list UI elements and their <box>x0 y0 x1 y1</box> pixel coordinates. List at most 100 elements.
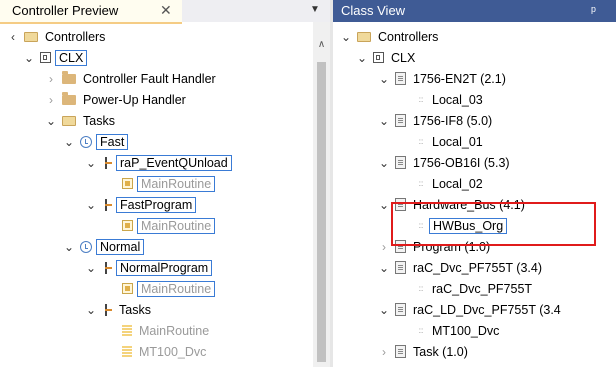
chevron-down-icon[interactable]: ⌄ <box>84 303 98 317</box>
tree-item-label: Normal <box>96 238 145 255</box>
routine-icon <box>122 283 133 294</box>
module-icon <box>395 303 406 316</box>
tree-item-label: CLX <box>391 50 416 65</box>
tree-item[interactable]: ⌄ raC_LD_Dvc_PF755T (3.4 <box>377 299 564 320</box>
tree-item[interactable]: MainRoutine <box>104 173 216 194</box>
chevron-down-icon[interactable]: ⌄ <box>355 51 369 65</box>
tree-item[interactable]: ⌄ 1756-EN2T (2.1) <box>377 68 509 89</box>
chevron-down-icon[interactable]: ‹ <box>6 30 20 44</box>
tree-item[interactable]: ⌄ Normal <box>62 236 145 257</box>
tree-item[interactable]: ⌄ FastProgram <box>84 194 197 215</box>
chevron-down-icon[interactable]: ▼ <box>310 0 320 21</box>
tab-controller-preview[interactable]: Controller Preview ✕ <box>0 0 182 24</box>
tree-item[interactable]: › Task (1.0) <box>377 341 471 362</box>
scroll-up-icon[interactable]: ∧ <box>313 39 330 50</box>
highlight-box <box>391 202 596 246</box>
tree-item[interactable]: › Controller Fault Handler <box>44 68 219 89</box>
chevron-down-icon[interactable]: ⌄ <box>84 156 98 170</box>
module-icon <box>395 114 406 127</box>
class-view-title: Class View <box>341 3 406 18</box>
tree-item[interactable]: :: Local_03 <box>399 89 486 110</box>
tree-item-label: MT100_Dvc <box>139 344 207 359</box>
tree-item-label: Tasks <box>83 113 115 128</box>
chevron-down-icon[interactable]: ⌄ <box>377 114 391 128</box>
chevron-down-icon[interactable]: ⌄ <box>44 114 58 128</box>
clock-icon <box>80 240 92 253</box>
tree-item[interactable]: :: raC_Dvc_PF755T <box>399 278 535 299</box>
tree-item[interactable]: ⌄ raC_Dvc_PF755T (3.4) <box>377 257 545 278</box>
chevron-down-icon[interactable]: ⌄ <box>62 135 76 149</box>
tree-item[interactable]: :: MT100_Dvc <box>399 320 502 341</box>
chevron-down-icon[interactable]: ⌄ <box>339 30 353 44</box>
program-icon <box>102 261 112 274</box>
chevron-right-icon[interactable]: › <box>44 72 58 86</box>
program-icon <box>102 198 112 211</box>
chevron-down-icon[interactable]: ⌄ <box>377 261 391 275</box>
module-icon <box>395 261 406 274</box>
controller-preview-panel: Controller Preview ✕ ▼ ‹ Controllers ⌄ CLX ›… <box>0 0 330 367</box>
controller-preview-title: Controller Preview <box>12 3 119 18</box>
tree-item[interactable]: ⌄ Tasks <box>84 299 154 320</box>
tree-item-label: MT100_Dvc <box>432 323 500 338</box>
folder-open-icon <box>62 115 76 126</box>
chevron-down-icon[interactable]: ⌄ <box>377 198 391 212</box>
chevron-down-icon[interactable]: ⌄ <box>22 51 36 65</box>
vertical-scrollbar[interactable]: ∧ <box>313 22 330 367</box>
scroll-thumb[interactable] <box>317 62 326 362</box>
class-view-panel: Class View ᵖ ⌄ Controllers ⌄ CLX ⌄ 1756-EN2T … <box>333 0 616 367</box>
tree-item-label: 1756-IF8 (5.0) <box>413 113 493 128</box>
chevron-down-icon[interactable]: ⌄ <box>84 261 98 275</box>
tree-item-label: NormalProgram <box>116 259 213 276</box>
controller-icon <box>40 52 51 63</box>
tree-item[interactable]: :: Local_01 <box>399 131 486 152</box>
tree-item-label: raC_Dvc_PF755T <box>432 281 533 296</box>
tag-icon: :: <box>418 94 424 104</box>
chevron-down-icon[interactable]: ⌄ <box>377 303 391 317</box>
program-icon <box>102 156 112 169</box>
tree-item[interactable]: MainRoutine <box>104 278 216 299</box>
folder-icon <box>62 91 76 105</box>
chevron-down-icon[interactable]: ⌄ <box>377 156 391 170</box>
tree-item[interactable]: ⌄ 1756-IF8 (5.0) <box>377 110 495 131</box>
pin-icon[interactable]: ᵖ <box>591 0 596 22</box>
tree-item[interactable]: ⌄ CLX <box>22 47 88 68</box>
tree-item[interactable]: :: Local_02 <box>399 173 486 194</box>
tree-item[interactable]: ⌄ NormalProgram <box>84 257 213 278</box>
routine-icon <box>122 324 132 337</box>
tree-item-label: FastProgram <box>116 196 197 213</box>
tree-item[interactable]: ‹ Controllers <box>6 26 108 47</box>
clock-icon <box>80 135 92 148</box>
tree-item-label: MainRoutine <box>139 323 210 338</box>
close-icon[interactable]: ✕ <box>160 0 172 21</box>
tree-item-label: Fast <box>96 133 129 150</box>
tab-class-view[interactable]: Class View ᵖ <box>333 0 616 22</box>
chevron-down-icon[interactable]: ⌄ <box>377 72 391 86</box>
tree-item[interactable]: MainRoutine <box>104 320 212 341</box>
tree-item[interactable]: ⌄ Controllers <box>339 26 441 47</box>
chevron-right-icon[interactable]: › <box>377 345 391 359</box>
tree-item[interactable]: MT100_Dvc <box>104 341 209 362</box>
tree-item-label: raC_LD_Dvc_PF755T (3.4 <box>413 302 561 317</box>
chevron-right-icon[interactable]: › <box>44 93 58 107</box>
module-icon <box>395 72 406 85</box>
tag-icon: :: <box>418 136 424 146</box>
chevron-right-icon[interactable]: › <box>377 240 391 254</box>
tree-item[interactable]: ⌄ 1756-OB16I (5.3) <box>377 152 513 173</box>
folder-open-icon <box>357 31 371 42</box>
tree-item-label: Controller Fault Handler <box>83 71 216 86</box>
module-icon <box>395 345 406 358</box>
folder-icon <box>62 70 76 84</box>
chevron-down-icon[interactable]: ⌄ <box>84 198 98 212</box>
tree-item[interactable]: ⌄ raP_EventQUnload <box>84 152 232 173</box>
tree-item[interactable]: ⌄ Tasks <box>44 110 118 131</box>
routine-icon <box>122 220 133 231</box>
tree-item-label: MainRoutine <box>137 280 216 297</box>
tree-item[interactable]: ⌄ Fast <box>62 131 129 152</box>
tree-item[interactable]: MainRoutine <box>104 215 216 236</box>
tree-item-label: MainRoutine <box>137 175 216 192</box>
tree-item[interactable]: › Power-Up Handler <box>44 89 189 110</box>
chevron-down-icon[interactable]: ⌄ <box>62 240 76 254</box>
tree-item-label: raC_Dvc_PF755T (3.4) <box>413 260 542 275</box>
tree-item[interactable]: ⌄ CLX <box>355 47 418 68</box>
program-icon <box>102 303 112 316</box>
